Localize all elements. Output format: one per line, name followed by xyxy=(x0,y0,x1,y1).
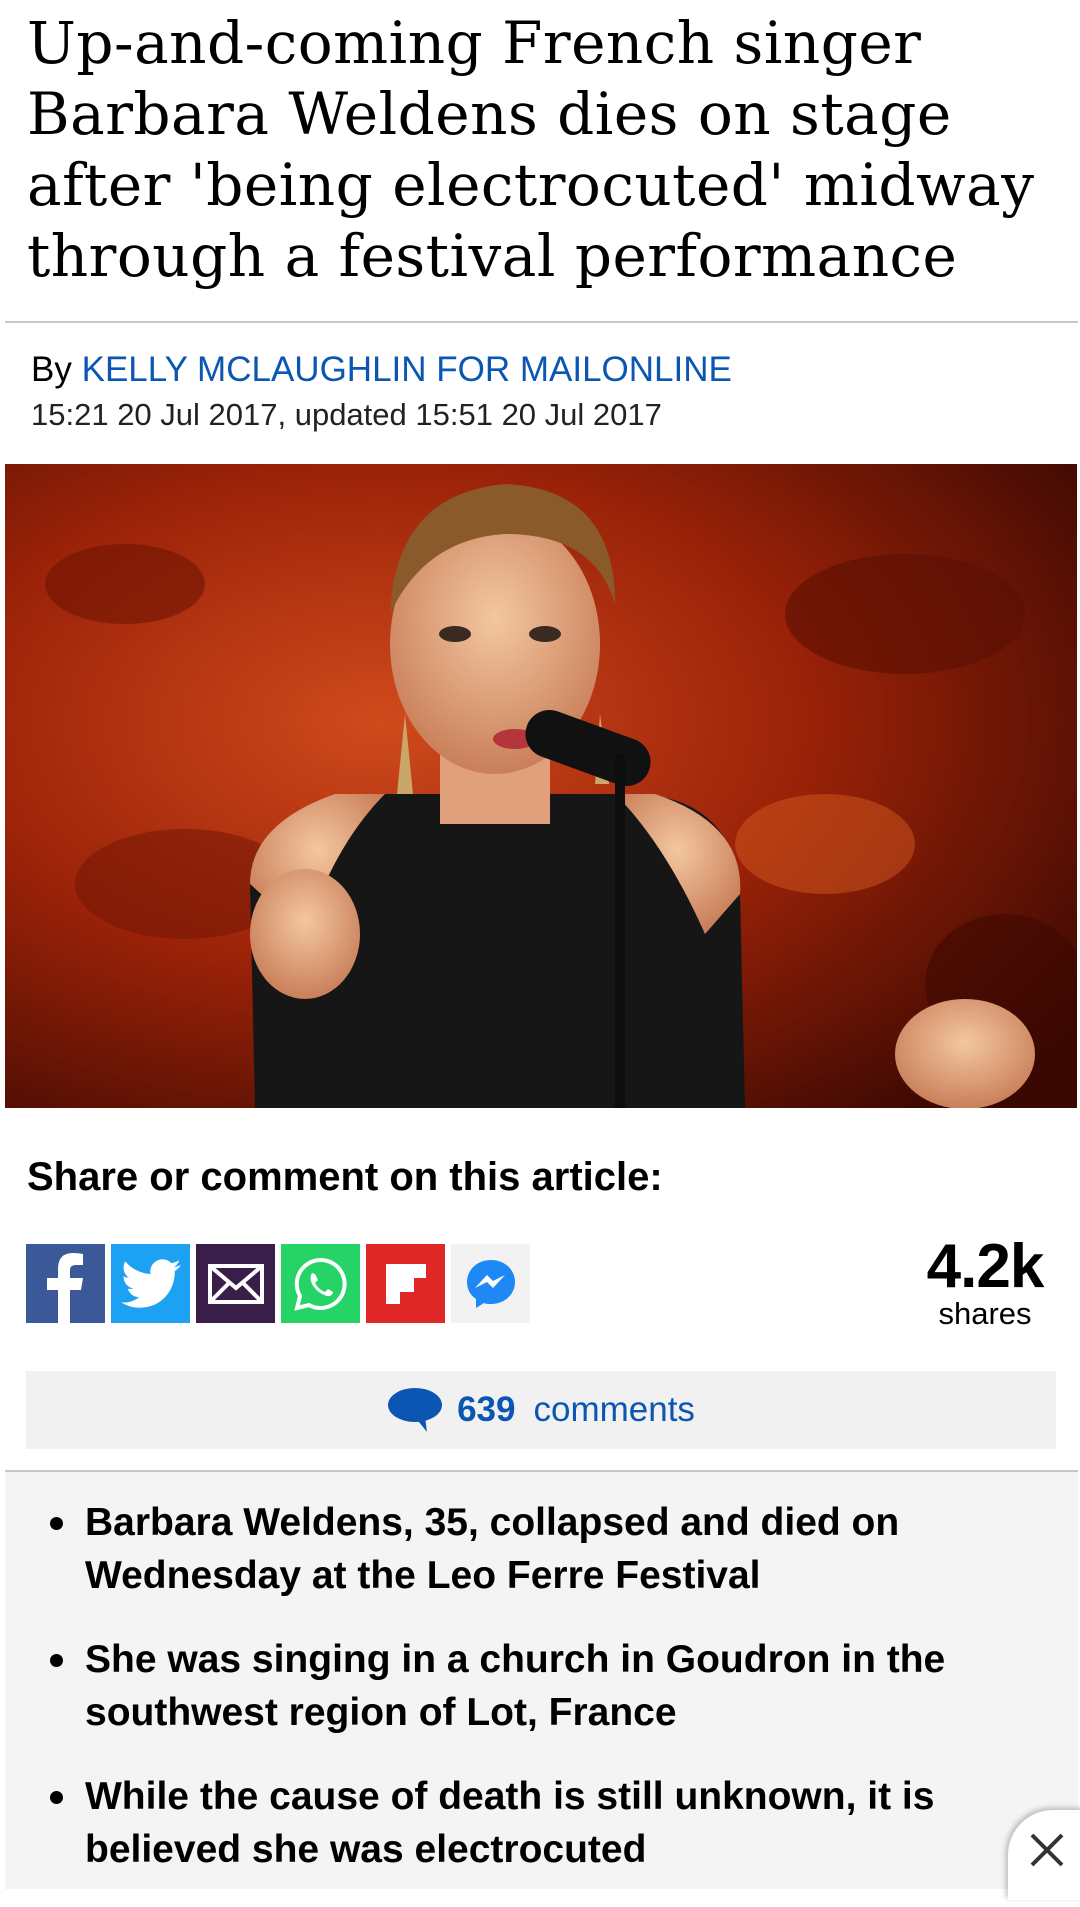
email-share-button[interactable] xyxy=(196,1244,275,1323)
author-link[interactable]: KELLY MCLAUGHLIN FOR MAILONLINE xyxy=(82,350,732,389)
bullet-icon xyxy=(50,1791,63,1804)
article-summary-list: Barbara Weldens, 35, collapsed and died … xyxy=(40,1496,1040,1907)
comments-button[interactable]: 639 comments xyxy=(26,1371,1056,1449)
share-count-value: 4.2k xyxy=(926,1232,1045,1301)
share-section-title: Share or comment on this article: xyxy=(27,1155,663,1199)
speech-bubble-icon xyxy=(388,1388,443,1432)
share-buttons xyxy=(26,1244,530,1323)
flipboard-share-button[interactable] xyxy=(366,1244,445,1323)
bullet-icon xyxy=(50,1517,63,1530)
email-icon xyxy=(207,1263,264,1304)
whatsapp-icon xyxy=(293,1257,347,1311)
article-hero-image[interactable] xyxy=(5,464,1077,1108)
singer-photo xyxy=(5,464,1077,1108)
summary-text: She was singing in a church in Goudron i… xyxy=(85,1638,946,1734)
twitter-share-button[interactable] xyxy=(111,1244,190,1323)
list-item: She was singing in a church in Goudron i… xyxy=(40,1633,1040,1739)
summary-text: While the cause of death is still unknow… xyxy=(85,1775,935,1871)
byline-prefix: By xyxy=(31,350,72,389)
flipboard-icon xyxy=(385,1263,426,1304)
whatsapp-share-button[interactable] xyxy=(281,1244,360,1323)
close-icon xyxy=(1030,1833,1064,1867)
comments-count: 639 xyxy=(457,1390,516,1429)
share-count-label: shares xyxy=(938,1296,1032,1331)
facebook-icon xyxy=(47,1253,83,1323)
share-count: 4.2k shares xyxy=(920,1236,1050,1330)
byline: By KELLY MCLAUGHLIN FOR MAILONLINE xyxy=(31,349,732,391)
messenger-share-button[interactable] xyxy=(451,1244,530,1323)
list-item: Barbara Weldens, 35, collapsed and died … xyxy=(40,1496,1040,1602)
list-item: While the cause of death is still unknow… xyxy=(40,1770,1040,1876)
bullet-icon xyxy=(50,1654,63,1667)
twitter-icon xyxy=(120,1258,181,1308)
comments-label: comments xyxy=(533,1390,695,1429)
messenger-icon xyxy=(466,1259,515,1308)
divider xyxy=(5,321,1078,323)
summary-text: Barbara Weldens, 35, collapsed and died … xyxy=(85,1501,900,1597)
publish-dateline: 15:21 20 Jul 2017, updated 15:51 20 Jul … xyxy=(31,397,662,432)
facebook-share-button[interactable] xyxy=(26,1244,105,1323)
article-headline: Up-and-coming French singer Barbara Weld… xyxy=(27,9,1035,290)
